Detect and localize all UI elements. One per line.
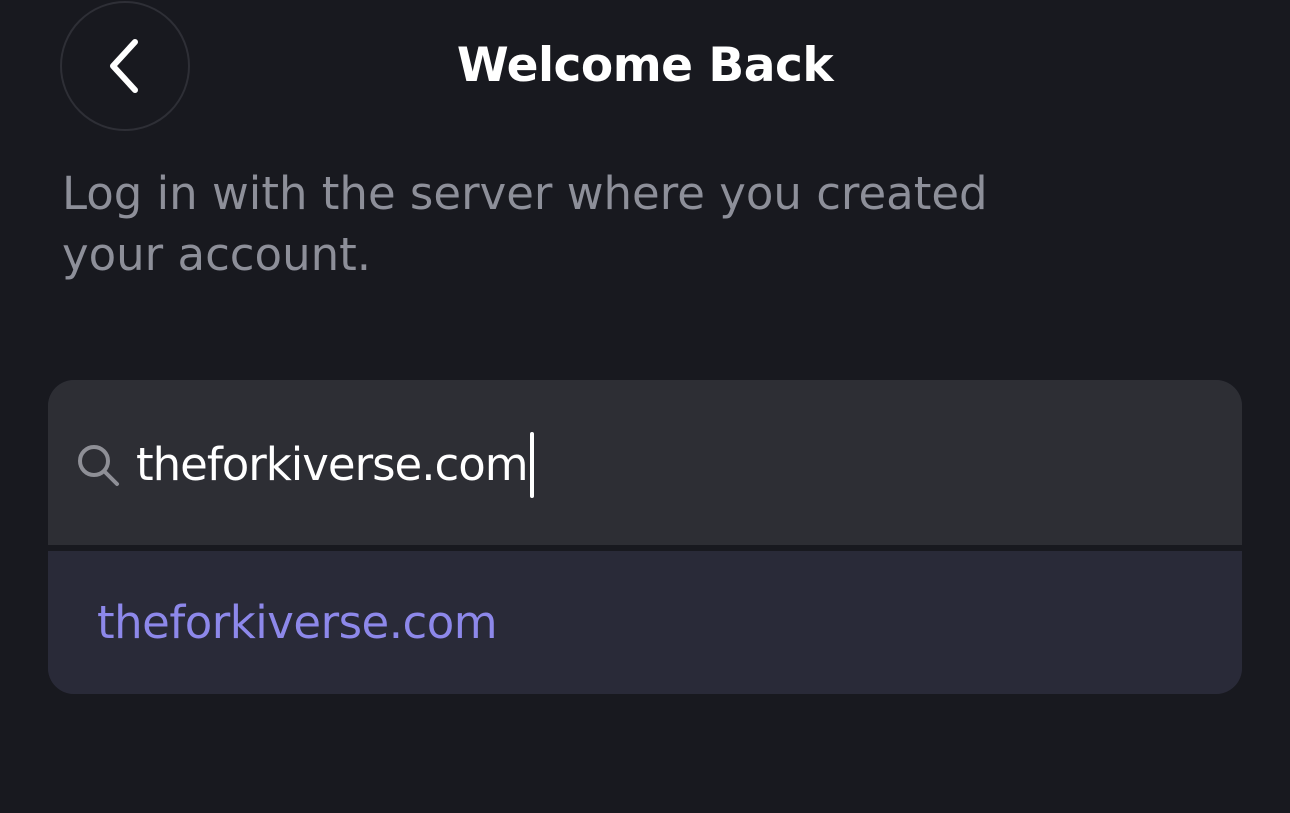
server-suggestion[interactable]: theforkiverse.com <box>48 551 1242 694</box>
server-search-card: theforkiverse.com theforkiverse.com <box>48 380 1242 694</box>
text-caret <box>529 432 534 498</box>
login-screen: Welcome Back Log in with the server wher… <box>0 0 1290 813</box>
server-suggestion-label: theforkiverse.com <box>97 596 498 649</box>
search-icon <box>75 442 121 492</box>
page-title: Welcome Back <box>456 38 834 93</box>
search-input-value: theforkiverse.com <box>136 438 529 491</box>
intro-text: Log in with the server where you created… <box>62 167 988 281</box>
search-field[interactable]: theforkiverse.com <box>48 380 1242 545</box>
search-input[interactable]: theforkiverse.com <box>136 432 1196 498</box>
